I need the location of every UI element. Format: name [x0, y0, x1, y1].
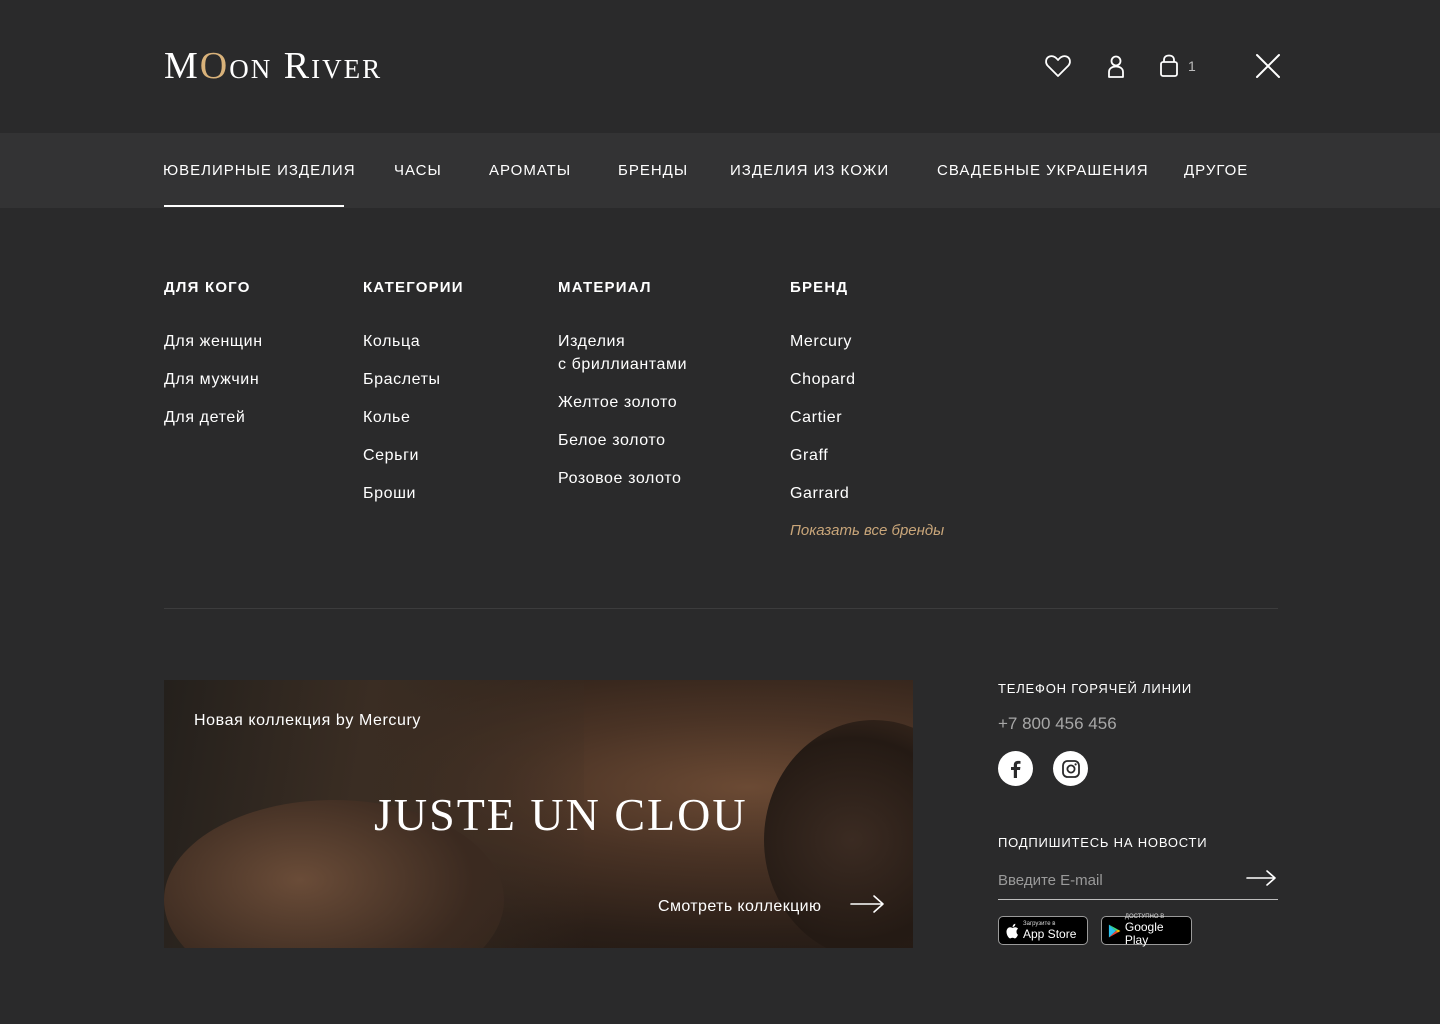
email-input[interactable]: [998, 868, 1238, 892]
show-all-brands-link[interactable]: Показать все бренды: [790, 519, 944, 542]
instagram-icon: [1061, 759, 1080, 778]
newsletter-title: ПОДПИШИТЕСЬ НА НОВОСТИ: [998, 835, 1208, 850]
arrow-right-icon[interactable]: [1246, 868, 1278, 888]
nav-item-wedding[interactable]: СВАДЕБНЫЕ УКРАШЕНИЯ: [937, 161, 1149, 181]
menu-link[interactable]: Для женщин: [164, 330, 263, 353]
menu-link[interactable]: Кольца: [363, 330, 420, 353]
nav-active-indicator: [164, 205, 344, 207]
banner-cta-link[interactable]: Смотреть коллекцию: [658, 898, 821, 916]
google-play-icon: [1108, 924, 1121, 937]
instagram-button[interactable]: [1053, 751, 1088, 786]
arrow-right-icon[interactable]: [850, 894, 886, 914]
hotline-title: ТЕЛЕФОН ГОРЯЧЕЙ ЛИНИИ: [998, 681, 1193, 696]
menu-link[interactable]: Изделия: [558, 330, 625, 353]
menu-link[interactable]: Cartier: [790, 406, 842, 429]
column-title-material: МАТЕРИАЛ: [558, 279, 652, 296]
user-icon[interactable]: [1102, 52, 1130, 80]
heart-icon[interactable]: [1044, 52, 1072, 80]
menu-link[interactable]: Броши: [363, 482, 416, 505]
menu-link[interactable]: Браслеты: [363, 368, 441, 391]
banner-title: JUSTE UN CLOU: [374, 789, 748, 840]
menu-link[interactable]: Mercury: [790, 330, 852, 353]
menu-link[interactable]: Желтое золото: [558, 391, 677, 414]
divider: [164, 608, 1278, 609]
nav-item-watches[interactable]: ЧАСЫ: [394, 161, 442, 181]
facebook-button[interactable]: [998, 751, 1033, 786]
menu-link[interactable]: Chopard: [790, 368, 856, 391]
close-icon[interactable]: [1254, 52, 1282, 80]
menu-link[interactable]: Серьги: [363, 444, 419, 467]
main-nav: ЮВЕЛИРНЫЕ ИЗДЕЛИЯ ЧАСЫ АРОМАТЫ БРЕНДЫ ИЗ…: [0, 133, 1440, 208]
banner-subtitle: Новая коллекция by Mercury: [194, 712, 422, 729]
nav-item-brands[interactable]: БРЕНДЫ: [618, 161, 688, 181]
nav-item-fragrances[interactable]: АРОМАТЫ: [489, 161, 571, 181]
bag-icon[interactable]: [1155, 52, 1183, 80]
promo-banner[interactable]: Новая коллекция by Mercury JUSTE UN CLOU…: [164, 680, 913, 948]
newsletter-form: [998, 864, 1278, 900]
menu-link[interactable]: Graff: [790, 444, 828, 467]
app-store-label: App Store: [1023, 926, 1077, 941]
column-title-for-whom: ДЛЯ КОГО: [164, 279, 251, 296]
facebook-icon: [1010, 760, 1020, 778]
menu-link[interactable]: Garrard: [790, 482, 849, 505]
hotline-phone[interactable]: +7 800 456 456: [998, 714, 1117, 734]
menu-link[interactable]: с бриллиантами: [558, 353, 687, 376]
column-title-categories: КАТЕГОРИИ: [363, 279, 464, 296]
site-header: MOon River 1: [0, 0, 1440, 133]
menu-link[interactable]: Для мужчин: [164, 368, 259, 391]
nav-item-other[interactable]: ДРУГОЕ: [1184, 161, 1248, 181]
menu-link[interactable]: Белое золото: [558, 429, 666, 452]
google-play-badge[interactable]: ДОСТУПНО В Google Play: [1101, 914, 1192, 947]
cart-count: 1: [1188, 58, 1196, 74]
nav-item-jewelry[interactable]: ЮВЕЛИРНЫЕ ИЗДЕЛИЯ: [163, 161, 356, 181]
app-store-badge[interactable]: Загрузите в App Store: [998, 916, 1088, 945]
apple-icon: [1006, 923, 1018, 938]
nav-item-leather[interactable]: ИЗДЕЛИЯ ИЗ КОЖИ: [730, 161, 889, 181]
column-title-brand: БРЕНД: [790, 279, 849, 296]
google-play-label: Google Play: [1124, 920, 1164, 947]
logo[interactable]: MOon River: [164, 44, 382, 88]
menu-link[interactable]: Колье: [363, 406, 410, 429]
menu-link[interactable]: Для детей: [164, 406, 245, 429]
menu-link[interactable]: Розовое золото: [558, 467, 682, 490]
